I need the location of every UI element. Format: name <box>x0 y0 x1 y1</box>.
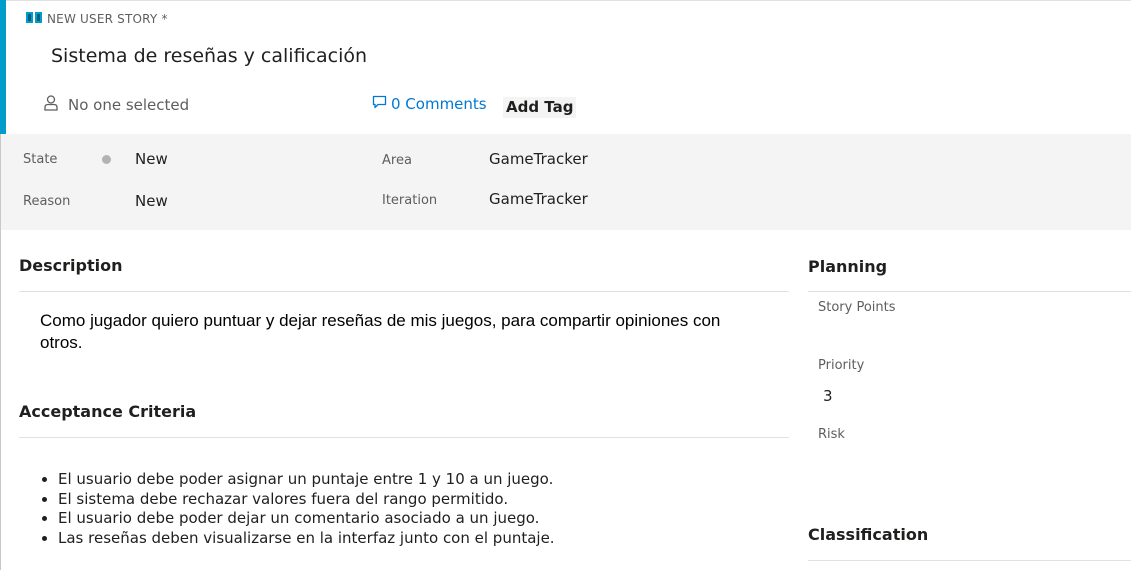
acceptance-criteria-divider <box>19 437 789 438</box>
classification-heading: Classification <box>808 525 929 544</box>
work-item-type: NEW USER STORY * <box>26 11 168 27</box>
work-item-header: NEW USER STORY * Sistema de reseñas y ca… <box>6 1 1131 134</box>
story-points-label: Story Points <box>818 300 896 315</box>
priority-field[interactable]: 3 <box>823 387 833 405</box>
iteration-field[interactable]: GameTracker <box>489 190 588 208</box>
story-points-field[interactable] <box>820 322 1100 342</box>
comment-icon <box>372 95 391 113</box>
list-item: El sistema debe rechazar valores fuera d… <box>58 490 555 510</box>
work-item-type-label: NEW USER STORY * <box>47 12 168 26</box>
classification-divider <box>808 560 1131 561</box>
acceptance-criteria-heading: Acceptance Criteria <box>19 402 197 421</box>
risk-field[interactable] <box>820 450 1100 470</box>
priority-label: Priority <box>818 358 865 373</box>
state-dropdown[interactable]: New <box>135 150 168 168</box>
list-item: El usuario debe poder asignar un puntaje… <box>58 470 555 490</box>
area-label: Area <box>382 153 412 168</box>
description-heading: Description <box>19 256 123 275</box>
acceptance-criteria-list[interactable]: El usuario debe poder asignar un puntaje… <box>38 470 555 548</box>
reason-dropdown[interactable]: New <box>135 192 168 210</box>
work-item-title[interactable]: Sistema de reseñas y calificación <box>51 45 367 67</box>
comments-link[interactable]: 0 Comments <box>372 95 487 113</box>
add-tag-button[interactable]: Add Tag <box>503 97 577 118</box>
book-icon <box>26 11 47 27</box>
planning-heading: Planning <box>808 257 888 276</box>
list-item: Las reseñas deben visualizarse en la int… <box>58 529 555 549</box>
area-field[interactable]: GameTracker <box>489 150 588 168</box>
planning-divider <box>808 291 1131 292</box>
description-text[interactable]: Como jugador quiero puntuar y dejar rese… <box>40 310 760 354</box>
description-divider <box>19 291 789 292</box>
state-indicator <box>102 155 111 164</box>
comments-count: 0 Comments <box>391 95 487 113</box>
assignee-label: No one selected <box>68 96 190 114</box>
iteration-label: Iteration <box>382 193 438 208</box>
work-item-fields: State New Reason New Area GameTracker It… <box>1 134 1131 230</box>
state-label: State <box>23 152 58 167</box>
assignee-picker[interactable]: No one selected <box>44 95 189 115</box>
risk-label: Risk <box>818 427 845 442</box>
person-icon <box>44 95 68 115</box>
list-item: El usuario debe poder dejar un comentari… <box>58 509 555 529</box>
reason-label: Reason <box>23 194 71 209</box>
